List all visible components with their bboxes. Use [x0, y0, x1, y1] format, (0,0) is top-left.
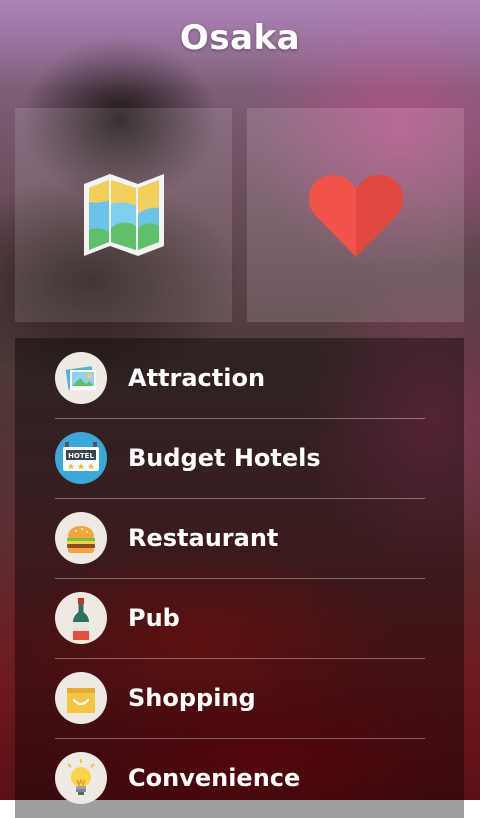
menu-item-label: Convenience	[128, 764, 301, 792]
map-icon	[83, 174, 164, 256]
menu-item-pub[interactable]: Pub	[55, 578, 425, 659]
menu-item-label: Budget Hotels	[128, 444, 321, 472]
menu-item-shopping[interactable]: Shopping	[55, 658, 425, 739]
page-title: Osaka	[179, 18, 301, 58]
photo-icon	[55, 352, 107, 404]
burger-icon	[55, 512, 107, 564]
menu-item-label: Restaurant	[128, 524, 279, 552]
menu-item-budget-hotels[interactable]: HOTEL Budget Hotels	[55, 418, 425, 499]
shopping-bag-icon	[55, 672, 107, 724]
menu-item-label: Attraction	[128, 364, 266, 392]
svg-text:HOTEL: HOTEL	[68, 452, 94, 460]
heart-icon	[308, 174, 403, 257]
menu-item-label: Shopping	[128, 684, 256, 712]
menu-item-restaurant[interactable]: Restaurant	[55, 498, 425, 579]
wine-bottle-icon	[55, 592, 107, 644]
favorites-tile[interactable]	[247, 108, 464, 322]
hotel-sign-icon: HOTEL	[55, 432, 107, 484]
category-menu: Attraction HOTEL Budget Hotels Restauran…	[15, 338, 464, 818]
menu-item-convenience[interactable]: Convenience	[55, 738, 425, 818]
map-tile[interactable]	[15, 108, 232, 322]
menu-item-label: Pub	[128, 604, 180, 632]
lightbulb-icon	[55, 752, 107, 804]
menu-item-attraction[interactable]: Attraction	[55, 338, 425, 419]
